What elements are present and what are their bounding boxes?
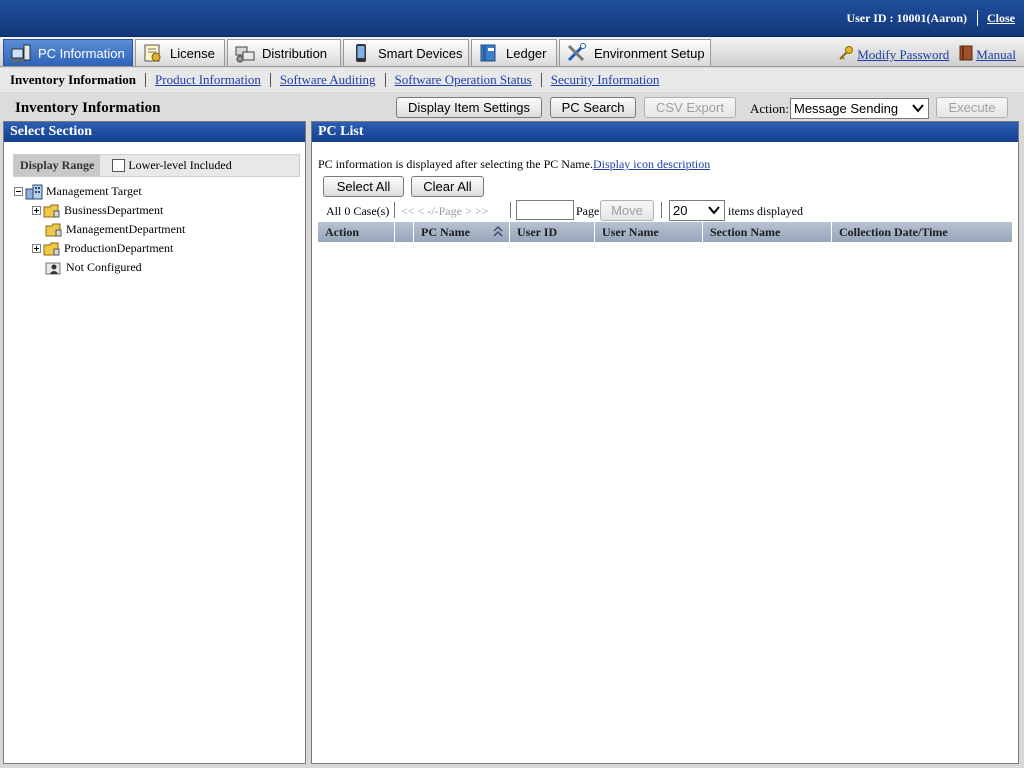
tree-node-business-department[interactable]: BusinessDepartment [32, 201, 163, 220]
tree-node-label: Not Configured [66, 260, 142, 274]
sub-navigation: Inventory Information Product Informatio… [0, 68, 1024, 92]
folder-icon [43, 241, 61, 257]
lower-level-included-checkbox[interactable] [112, 159, 126, 172]
tab-pc-information[interactable]: PC Information [3, 39, 133, 66]
csv-export-button[interactable]: CSV Export [644, 97, 736, 118]
pager-separator [394, 202, 395, 218]
items-displayed-label: items displayed [728, 204, 803, 218]
close-link[interactable]: Close [987, 11, 1015, 26]
tab-environment-setup[interactable]: Environment Setup [559, 39, 711, 66]
manual-book-icon [959, 45, 973, 65]
pager-separator [661, 202, 662, 218]
column-user-name[interactable]: User Name [595, 222, 703, 242]
pc-icon [10, 43, 32, 63]
select-section-panel: Select Section Display Range Lower-level… [3, 121, 306, 764]
tree-node-label: Management Target [46, 184, 142, 198]
tab-label: Ledger [506, 45, 547, 61]
column-user-id[interactable]: User ID [510, 222, 595, 242]
execute-button[interactable]: Execute [936, 97, 1008, 118]
display-range-label: Display Range [14, 155, 101, 176]
move-button[interactable]: Move [600, 200, 654, 221]
page-navigation[interactable]: << < -/-Page > >> [401, 204, 488, 219]
tab-license[interactable]: License [135, 39, 225, 66]
chevron-down-icon [708, 204, 720, 216]
pc-info-line: PC information is displayed after select… [318, 157, 710, 172]
subnav-software-operation-status[interactable]: Software Operation Status [386, 72, 541, 88]
pc-list-title: PC List [312, 122, 1018, 142]
pager: All 0 Case(s) << < -/-Page > >> Page Mov… [326, 200, 1016, 224]
select-all-button[interactable]: Select All [323, 176, 404, 197]
tree-node-label: ProductionDepartment [64, 241, 174, 255]
smartphone-icon [350, 43, 372, 63]
items-per-page-select[interactable]: 20 [669, 200, 725, 221]
case-count: All 0 Case(s) [326, 204, 390, 218]
select-section-title: Select Section [4, 122, 305, 142]
user-folder-icon [45, 260, 63, 276]
header-separator [977, 10, 978, 26]
tree-node-label: ManagementDepartment [66, 222, 186, 236]
manual-link[interactable]: Manual [959, 45, 1016, 65]
tree-node-management-target[interactable]: Management Target [14, 182, 142, 201]
column-pc-name[interactable]: PC Name [414, 222, 510, 242]
user-id-text: User ID : 10001(Aaron) [846, 11, 967, 25]
tree-node-not-configured[interactable]: Not Configured [45, 258, 142, 277]
tab-label: License [170, 45, 215, 61]
tree-node-label: BusinessDepartment [64, 203, 164, 217]
tab-ledger[interactable]: Ledger [471, 39, 557, 66]
key-icon [838, 45, 854, 65]
display-range-bar: Display Range Lower-level Included [13, 154, 300, 177]
collapse-icon[interactable] [14, 187, 23, 196]
tab-bar: PC Information License Distribution Smar… [0, 37, 1024, 67]
top-bar: User ID : 10001(Aaron) Close [0, 0, 1024, 37]
folder-icon [45, 222, 63, 238]
pc-info-text: PC information is displayed after select… [318, 157, 593, 171]
pc-list-panel: PC List PC information is displayed afte… [311, 121, 1019, 764]
modify-password-label: Modify Password [857, 47, 950, 62]
expand-icon[interactable] [32, 244, 41, 253]
pc-search-button[interactable]: PC Search [550, 97, 636, 118]
column-icon [395, 222, 414, 242]
display-icon-description-link[interactable]: Display icon description [593, 157, 710, 171]
toolbar: Inventory Information Display Item Setti… [0, 94, 1024, 121]
tree-node-production-department[interactable]: ProductionDepartment [32, 239, 173, 258]
items-per-page-value: 20 [673, 203, 688, 218]
pc-table-header: Action PC Name User ID User Name Section… [318, 222, 1012, 242]
folder-icon [43, 203, 61, 219]
expand-icon[interactable] [32, 206, 41, 215]
subnav-product-information[interactable]: Product Information [146, 72, 270, 88]
display-item-settings-button[interactable]: Display Item Settings [396, 97, 542, 118]
lower-level-included-label: Lower-level Included [128, 158, 232, 172]
ledger-icon [478, 43, 500, 63]
column-collection-date-time[interactable]: Collection Date/Time [832, 222, 1012, 242]
tab-label: Smart Devices [378, 45, 463, 61]
subnav-current-inventory[interactable]: Inventory Information [10, 72, 145, 88]
page-title: Inventory Information [15, 100, 161, 116]
chevron-down-icon [912, 102, 924, 114]
action-label: Action: [750, 101, 789, 116]
column-action[interactable]: Action [318, 222, 395, 242]
subnav-software-auditing[interactable]: Software Auditing [271, 72, 385, 88]
sort-ascending-icon[interactable] [493, 225, 503, 242]
modify-password-link[interactable]: Modify Password [838, 45, 949, 65]
tab-label: Environment Setup [594, 45, 705, 61]
clear-all-button[interactable]: Clear All [411, 176, 484, 197]
tab-label: Distribution [262, 45, 328, 61]
tree-node-management-department[interactable]: ManagementDepartment [45, 220, 185, 239]
manual-label: Manual [976, 47, 1016, 62]
page-number-input[interactable] [516, 200, 574, 220]
tab-label: PC Information [38, 45, 125, 61]
license-icon [142, 43, 164, 63]
action-select-value: Message Sending [794, 101, 899, 116]
tab-smart-devices[interactable]: Smart Devices [343, 39, 469, 66]
pager-separator [510, 202, 511, 218]
distribution-icon [234, 43, 256, 63]
building-icon [25, 184, 43, 200]
tab-distribution[interactable]: Distribution [227, 39, 341, 66]
page-label: Page [576, 204, 600, 218]
subnav-security-information[interactable]: Security Information [542, 72, 669, 88]
tools-icon [566, 43, 588, 63]
action-select[interactable]: Message Sending [790, 98, 929, 119]
column-section-name[interactable]: Section Name [703, 222, 832, 242]
